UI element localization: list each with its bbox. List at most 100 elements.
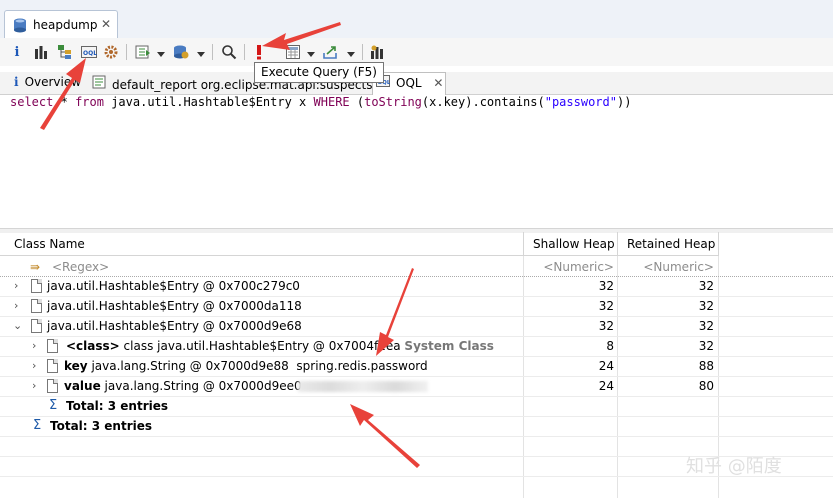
field-name: value bbox=[64, 379, 101, 393]
database-icon bbox=[14, 18, 26, 33]
chevron-right-icon[interactable]: › bbox=[32, 376, 42, 396]
table-row-child[interactable]: › key java.lang.String @ 0x7000d9e88 spr… bbox=[0, 356, 833, 376]
column-header-shallow-heap[interactable]: Shallow Heap bbox=[524, 232, 618, 256]
tab-oql-label: OQL bbox=[396, 76, 422, 90]
toolbar-separator bbox=[362, 44, 363, 60]
chevron-right-icon[interactable]: › bbox=[32, 336, 42, 356]
oql-query-editor[interactable]: select * from java.util.Hashtable$Entry … bbox=[10, 95, 631, 109]
column-header-class-name[interactable]: Class Name bbox=[0, 232, 524, 256]
result-tabs: i Overview default_report org.eclipse.mat… bbox=[0, 72, 833, 95]
close-icon[interactable]: ✕ bbox=[101, 17, 111, 31]
row-field-and-class: <class> class java.util.Hashtable$Entry … bbox=[66, 336, 494, 356]
row-class-name: java.util.Hashtable$Entry @ 0x700c279c0 bbox=[47, 279, 300, 293]
field-value: class java.util.Hashtable$Entry @ 0x7004… bbox=[123, 339, 401, 353]
query-string-literal: "password" bbox=[544, 95, 617, 109]
object-icon bbox=[31, 279, 42, 293]
field-value: java.lang.String @ 0x7000d9e88 bbox=[91, 359, 289, 373]
row-retained-heap: 88 bbox=[698, 359, 714, 373]
row-retained-heap: 32 bbox=[698, 299, 714, 313]
table-row-child[interactable]: › value java.lang.String @ 0x7000d9ee0 2… bbox=[0, 376, 833, 396]
inner-total-label: Total: 3 entries bbox=[66, 399, 169, 413]
gear-icon[interactable] bbox=[102, 43, 120, 61]
string-object-icon bbox=[47, 379, 58, 393]
field-extra: spring.redis.password bbox=[296, 359, 428, 373]
row-shallow-heap: 32 bbox=[598, 319, 614, 333]
column-header-retained-heap[interactable]: Retained Heap bbox=[618, 232, 719, 256]
oql-icon[interactable]: OQL bbox=[80, 43, 98, 61]
overview-info-icon[interactable]: i bbox=[8, 43, 26, 61]
regex-filter-icon: ⇛ bbox=[30, 260, 41, 274]
table-row[interactable]: › java.util.Hashtable$Entry @ 0x7000da11… bbox=[0, 296, 833, 316]
query-class-name: java.util.Hashtable$Entry x bbox=[111, 95, 307, 109]
histogram-icon[interactable] bbox=[32, 43, 50, 61]
tab-oql[interactable]: OQL OQL ✕ bbox=[376, 75, 443, 90]
class-object-icon bbox=[47, 339, 58, 353]
redacted-value bbox=[298, 381, 428, 392]
info-icon: i bbox=[14, 75, 19, 89]
heap-chart-icon[interactable] bbox=[368, 43, 386, 61]
watermark: 知乎 @陌度 bbox=[686, 456, 782, 477]
shallow-filter-input[interactable]: <Numeric> bbox=[524, 257, 614, 277]
keyword-from: from bbox=[75, 95, 104, 109]
toolbar-separator bbox=[244, 44, 245, 60]
chevron-down-icon[interactable] bbox=[347, 52, 355, 57]
chevron-down-icon[interactable] bbox=[307, 52, 315, 57]
regex-filter-input[interactable]: <Regex> bbox=[52, 257, 109, 277]
tab-overview-label: Overview bbox=[24, 75, 82, 89]
table-row-child[interactable]: › <class> class java.util.Hashtable$Entr… bbox=[0, 336, 833, 356]
query-star: * bbox=[60, 95, 68, 109]
table-row-expanded[interactable]: ⌄ java.util.Hashtable$Entry @ 0x7000d9e6… bbox=[0, 316, 833, 336]
filter-row: ⇛ <Regex> <Numeric> <Numeric> bbox=[0, 257, 833, 277]
chevron-down-icon[interactable] bbox=[157, 52, 165, 57]
chevron-right-icon[interactable]: › bbox=[14, 276, 24, 296]
row-shallow-heap: 24 bbox=[598, 359, 614, 373]
tab-overview[interactable]: i Overview bbox=[14, 75, 81, 89]
retained-filter-input[interactable]: <Numeric> bbox=[618, 257, 714, 277]
field-value: java.lang.String @ 0x7000d9ee0 bbox=[104, 379, 302, 393]
editor-tab-label: heapdump bbox=[33, 18, 98, 32]
table-row[interactable]: › java.util.Hashtable$Entry @ 0x700c279c… bbox=[0, 276, 833, 296]
toolbar: i OQL bbox=[0, 38, 833, 66]
row-retained-heap: 32 bbox=[698, 319, 714, 333]
close-icon[interactable]: ✕ bbox=[433, 76, 443, 90]
chevron-right-icon[interactable]: › bbox=[32, 356, 42, 376]
editor-tab-bar: heapdump ✕ bbox=[0, 0, 833, 39]
row-shallow-heap: 24 bbox=[598, 379, 614, 393]
row-retained-heap: 32 bbox=[698, 339, 714, 353]
keyword-where: WHERE bbox=[313, 95, 350, 109]
chevron-down-icon[interactable] bbox=[197, 52, 205, 57]
outer-total-label: Total: 3 entries bbox=[50, 419, 153, 433]
execute-query-icon[interactable] bbox=[250, 43, 268, 61]
row-class-name: java.util.Hashtable$Entry @ 0x7000da118 bbox=[47, 299, 302, 313]
object-icon bbox=[31, 299, 42, 313]
dominator-tree-icon[interactable] bbox=[56, 43, 74, 61]
calculator-icon[interactable] bbox=[284, 43, 302, 61]
chevron-down-icon[interactable]: ⌄ bbox=[13, 316, 23, 336]
query-call: (x.key).contains( bbox=[421, 95, 545, 109]
run-report-icon[interactable] bbox=[134, 43, 152, 61]
row-shallow-heap: 32 bbox=[598, 279, 614, 293]
toolbar-separator bbox=[212, 44, 213, 60]
row-divider bbox=[0, 436, 833, 437]
row-field-and-class: key java.lang.String @ 0x7000d9e88 sprin… bbox=[64, 356, 428, 376]
row-shallow-heap: 32 bbox=[598, 299, 614, 313]
field-name: <class> bbox=[66, 339, 120, 353]
table-row-total: Σ Total: 3 entries bbox=[0, 416, 833, 436]
keyword-tostring: toString bbox=[364, 95, 422, 109]
row-field-and-class: value java.lang.String @ 0x7000d9ee0 bbox=[64, 376, 302, 396]
search-icon[interactable] bbox=[220, 43, 238, 61]
svg-text:OQL: OQL bbox=[83, 50, 97, 57]
row-retained-heap: 80 bbox=[698, 379, 714, 393]
string-object-icon bbox=[47, 359, 58, 373]
row-shallow-heap: 8 bbox=[606, 339, 614, 353]
field-extra: System Class bbox=[404, 339, 494, 353]
row-class-name: java.util.Hashtable$Entry @ 0x7000d9e68 bbox=[47, 319, 302, 333]
heap-objects-icon[interactable] bbox=[172, 43, 190, 61]
query-close-parens: )) bbox=[616, 95, 632, 109]
export-icon[interactable] bbox=[322, 43, 340, 61]
toolbar-separator bbox=[126, 44, 127, 60]
chevron-right-icon[interactable]: › bbox=[14, 296, 24, 316]
field-name: key bbox=[64, 359, 88, 373]
keyword-select: select bbox=[10, 95, 54, 109]
editor-tab-heapdump[interactable]: heapdump ✕ bbox=[4, 10, 118, 39]
